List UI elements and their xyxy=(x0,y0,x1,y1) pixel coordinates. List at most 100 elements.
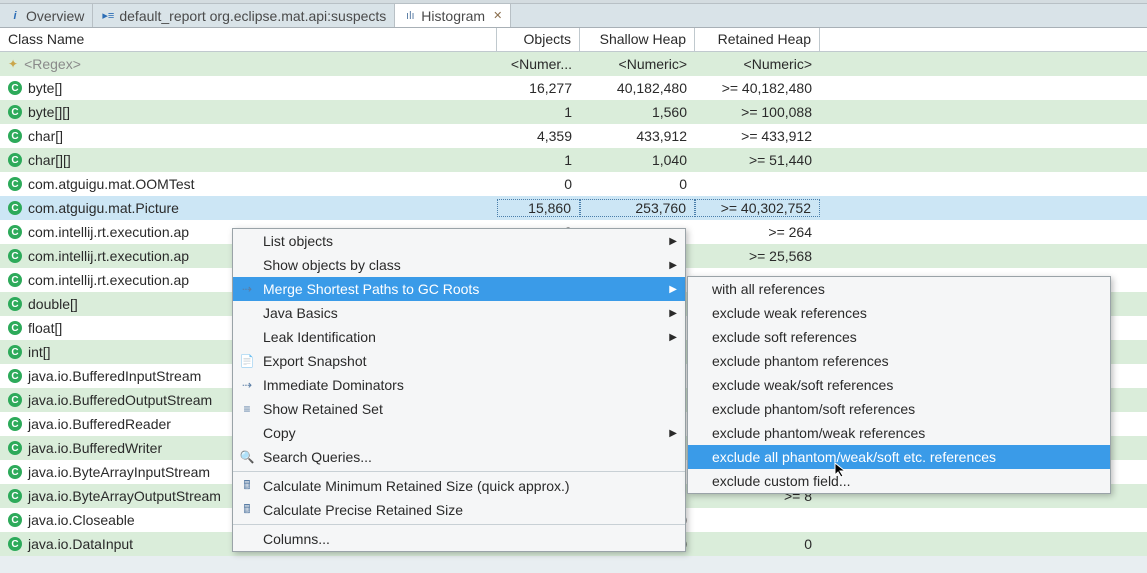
cell-objects: 1 xyxy=(497,152,580,168)
submenu-item[interactable]: exclude all phantom/weak/soft etc. refer… xyxy=(688,445,1110,469)
menu-item[interactable]: Copy▶ xyxy=(233,421,685,445)
col-header-class-name[interactable]: Class Name xyxy=(0,28,497,51)
class-name-text: java.io.BufferedInputStream xyxy=(28,368,201,384)
menu-item[interactable]: Columns... xyxy=(233,527,685,551)
menu-item-icon: ⇢ xyxy=(239,281,255,297)
submenu-item[interactable]: exclude weak/soft references xyxy=(688,373,1110,397)
tab-histogram[interactable]: ılı Histogram ✕ xyxy=(395,4,511,27)
menu-item[interactable]: ⇢ Immediate Dominators xyxy=(233,373,685,397)
submenu-item[interactable]: exclude custom field... xyxy=(688,469,1110,493)
class-icon: C xyxy=(8,345,22,359)
col-header-shallow-heap[interactable]: Shallow Heap xyxy=(580,28,695,51)
filter-retained[interactable]: <Numeric> xyxy=(695,56,820,72)
menu-item[interactable]: 📄Export Snapshot xyxy=(233,349,685,373)
menu-item[interactable]: ⇢Merge Shortest Paths to GC Roots▶ xyxy=(233,277,685,301)
table-row[interactable]: Cchar[][]11,040>= 51,440 xyxy=(0,148,1147,172)
cell-objects: 4,359 xyxy=(497,128,580,144)
filter-shallow[interactable]: <Numeric> xyxy=(580,56,695,72)
class-icon: C xyxy=(8,105,22,119)
filter-class-name[interactable]: ✦ <Regex> xyxy=(0,56,497,72)
class-name-text: double[] xyxy=(28,296,78,312)
filter-placeholder: <Regex> xyxy=(24,56,81,72)
cell-objects: 15,860 xyxy=(497,199,580,217)
cell-retained: >= 40,182,480 xyxy=(695,80,820,96)
tab-close-icon[interactable]: ✕ xyxy=(493,9,502,22)
menu-item-label: Calculate Minimum Retained Size (quick a… xyxy=(263,478,570,494)
submenu-item[interactable]: exclude phantom references xyxy=(688,349,1110,373)
menu-item-label: Immediate Dominators xyxy=(263,377,404,393)
tab-overview[interactable]: i Overview xyxy=(0,4,93,27)
tab-report[interactable]: ▸≡ default_report org.eclipse.mat.api:su… xyxy=(93,4,395,27)
class-icon: C xyxy=(8,441,22,455)
cell-class-name: Cchar[][] xyxy=(0,152,497,168)
submenu-item-label: exclude all phantom/weak/soft etc. refer… xyxy=(712,449,996,465)
table-row[interactable]: Cchar[]4,359433,912>= 433,912 xyxy=(0,124,1147,148)
cell-class-name: Cchar[] xyxy=(0,128,497,144)
class-icon: C xyxy=(8,201,22,215)
cell-retained: >= 51,440 xyxy=(695,152,820,168)
menu-item-label: Calculate Precise Retained Size xyxy=(263,502,463,518)
table-row[interactable]: Cbyte[][]11,560>= 100,088 xyxy=(0,100,1147,124)
filter-objects[interactable]: <Numer... xyxy=(497,56,580,72)
report-icon: ▸≡ xyxy=(101,9,115,23)
context-menu: List objects▶Show objects by class▶⇢Merg… xyxy=(232,228,686,552)
table-header-row: Class Name Objects Shallow Heap Retained… xyxy=(0,28,1147,52)
class-name-text: com.atguigu.mat.Picture xyxy=(28,200,179,216)
menu-item[interactable]: Java Basics ▶ xyxy=(233,301,685,325)
class-name-text: java.io.BufferedOutputStream xyxy=(28,392,212,408)
class-icon: C xyxy=(8,81,22,95)
menu-item[interactable]: Show objects by class▶ xyxy=(233,253,685,277)
class-icon: C xyxy=(8,369,22,383)
filter-row[interactable]: ✦ <Regex> <Numer... <Numeric> <Numeric> xyxy=(0,52,1147,76)
menu-item[interactable]: 🖩 Calculate Minimum Retained Size (quick … xyxy=(233,474,685,498)
menu-item[interactable]: 🔍Search Queries... xyxy=(233,445,685,469)
cell-shallow: 1,040 xyxy=(580,152,695,168)
submenu-item[interactable]: exclude phantom/weak references xyxy=(688,421,1110,445)
class-icon: C xyxy=(8,273,22,287)
submenu-arrow-icon: ▶ xyxy=(669,308,677,319)
menu-item-icon: ⇢ xyxy=(239,377,255,393)
class-name-text: char[] xyxy=(28,128,63,144)
class-icon: C xyxy=(8,393,22,407)
cell-shallow: 40,182,480 xyxy=(580,80,695,96)
cell-objects: 1 xyxy=(497,104,580,120)
menu-item-icon: 🖩 xyxy=(239,478,255,494)
class-name-text: java.io.DataInput xyxy=(28,536,133,552)
class-name-text: char[][] xyxy=(28,152,71,168)
submenu-item[interactable]: exclude phantom/soft references xyxy=(688,397,1110,421)
submenu-arrow-icon: ▶ xyxy=(669,428,677,439)
submenu-item-label: with all references xyxy=(712,281,825,297)
cell-class-name: Cbyte[][] xyxy=(0,104,497,120)
submenu-arrow-icon: ▶ xyxy=(669,260,677,271)
submenu-item[interactable]: exclude soft references xyxy=(688,325,1110,349)
class-icon: C xyxy=(8,489,22,503)
col-header-objects[interactable]: Objects xyxy=(497,28,580,51)
tab-label: Overview xyxy=(26,8,84,24)
class-name-text: java.io.Closeable xyxy=(28,512,135,528)
table-row[interactable]: Cbyte[]16,27740,182,480>= 40,182,480 xyxy=(0,76,1147,100)
col-header-retained-heap[interactable]: Retained Heap xyxy=(695,28,820,51)
menu-item[interactable]: List objects▶ xyxy=(233,229,685,253)
submenu-item[interactable]: with all references xyxy=(688,277,1110,301)
menu-item-label: Java Basics xyxy=(263,305,338,321)
cell-retained: >= 264 xyxy=(695,224,820,240)
menu-separator xyxy=(233,524,685,525)
submenu-item[interactable]: exclude weak references xyxy=(688,301,1110,325)
tab-label: default_report org.eclipse.mat.api:suspe… xyxy=(119,8,386,24)
submenu-item-label: exclude phantom/soft references xyxy=(712,401,915,417)
cell-retained: >= 433,912 xyxy=(695,128,820,144)
submenu-item-label: exclude phantom/weak references xyxy=(712,425,925,441)
menu-separator xyxy=(233,471,685,472)
menu-item[interactable]: 🖩Calculate Precise Retained Size xyxy=(233,498,685,522)
cell-retained: >= 100,088 xyxy=(695,104,820,120)
menu-item[interactable]: ≡Show Retained Set xyxy=(233,397,685,421)
submenu-arrow-icon: ▶ xyxy=(669,332,677,343)
cell-retained: 0 xyxy=(695,536,820,552)
table-row[interactable]: Ccom.atguigu.mat.OOMTest00 xyxy=(0,172,1147,196)
menu-item[interactable]: Leak Identification▶ xyxy=(233,325,685,349)
cell-objects: 0 xyxy=(497,176,580,192)
cell-class-name: Ccom.atguigu.mat.OOMTest xyxy=(0,176,497,192)
class-name-text: byte[][] xyxy=(28,104,70,120)
table-row[interactable]: Ccom.atguigu.mat.Picture15,860253,760>= … xyxy=(0,196,1147,220)
menu-item-label: Show Retained Set xyxy=(263,401,383,417)
